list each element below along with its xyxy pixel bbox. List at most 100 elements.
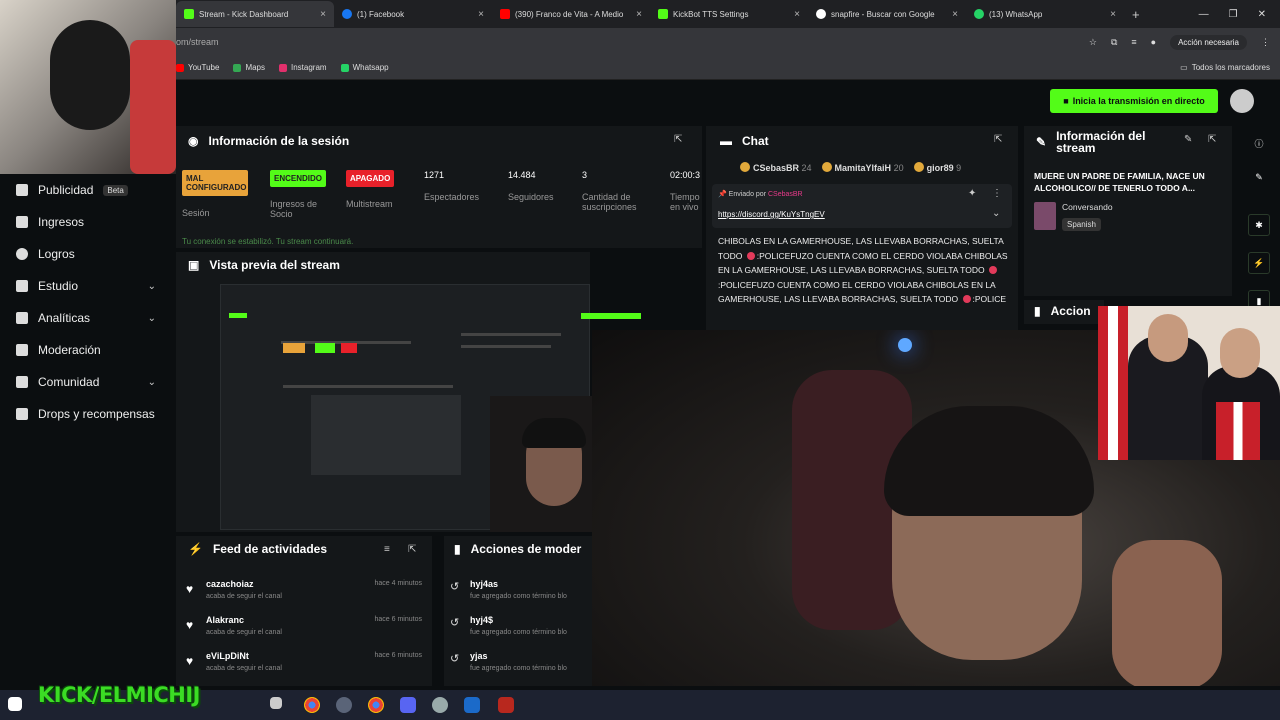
- obs-icon[interactable]: [336, 697, 352, 713]
- close-icon[interactable]: ×: [320, 9, 326, 20]
- new-tab-button[interactable]: +: [1132, 7, 1140, 22]
- chat-text: :POLICE: [972, 294, 1007, 304]
- pencil-icon[interactable]: ✎: [1248, 166, 1270, 188]
- whatsapp-icon: [340, 63, 349, 72]
- stat-viewers: 1271 Espectadores: [424, 170, 494, 202]
- sidebar-item-drops[interactable]: Drops y recompensas: [0, 398, 176, 430]
- kickbot-icon: [658, 9, 668, 19]
- feed-action: acaba de seguir el canal: [206, 665, 282, 672]
- chrome-icon[interactable]: [368, 697, 384, 713]
- stat-label: Multistream: [346, 199, 393, 209]
- undo-icon[interactable]: ↺: [450, 652, 459, 665]
- discord-icon[interactable]: [400, 697, 416, 713]
- close-icon[interactable]: ×: [952, 9, 958, 20]
- feed-username[interactable]: eViLpDiNt: [206, 651, 249, 661]
- gifter-item[interactable]: CSebasBR 24: [740, 162, 812, 173]
- tab-whatsapp[interactable]: (13) WhatsApp ×: [966, 1, 1124, 27]
- lightning-icon[interactable]: ⚡: [1248, 252, 1270, 274]
- photo-overlay: [1098, 306, 1280, 460]
- gifter-item[interactable]: gior89 9: [913, 162, 962, 173]
- window-close-icon[interactable]: ✕: [1258, 9, 1266, 20]
- shield-icon: ▮: [454, 542, 461, 556]
- stat-value: 3: [582, 170, 588, 180]
- close-icon[interactable]: ×: [794, 9, 800, 20]
- popout-icon[interactable]: ⇱: [1208, 134, 1216, 145]
- revenue-icon: [16, 216, 28, 228]
- extensions-icon[interactable]: ⧉: [1111, 37, 1117, 48]
- tab-kickbot[interactable]: KickBot TTS Settings ×: [650, 1, 808, 27]
- chrome-icon[interactable]: [304, 697, 320, 713]
- analytics-icon: [16, 312, 28, 324]
- address-bar[interactable]: om/stream ☆ ⧉ ≡ ● Acción necesaria ⋮: [176, 28, 1280, 56]
- tab-google[interactable]: snapfire - Buscar con Google ×: [808, 1, 966, 27]
- action-needed-button[interactable]: Acción necesaria: [1170, 34, 1247, 50]
- community-icon: [16, 376, 28, 388]
- media-icon[interactable]: ≡: [1131, 37, 1136, 47]
- tab-youtube[interactable]: (390) Franco de Vita - A Medio ×: [492, 1, 650, 27]
- chat-icon: ▬: [720, 134, 732, 148]
- close-icon[interactable]: ×: [636, 9, 642, 20]
- stream-title: MUERE UN PADRE DE FAMILIA, NACE UN ALCOH…: [1034, 171, 1205, 193]
- feed-username[interactable]: cazachoiaz: [206, 579, 254, 589]
- pinned-link[interactable]: https://discord.gg/KuYsTngEV: [718, 210, 825, 219]
- avatar[interactable]: [1230, 89, 1254, 113]
- popout-icon[interactable]: ⇱: [408, 544, 416, 555]
- more-icon[interactable]: ⋮: [992, 188, 1002, 199]
- task-view-icon[interactable]: [270, 697, 282, 709]
- undo-icon[interactable]: ↺: [450, 580, 459, 593]
- list-item: ↺ hyj4as fue agregado como término blo: [450, 576, 592, 610]
- emote-icon: [962, 295, 971, 303]
- tab-facebook[interactable]: (1) Facebook ×: [334, 1, 492, 27]
- menu-icon[interactable]: ⋮: [1261, 37, 1270, 48]
- maximize-icon[interactable]: ❐: [1229, 9, 1238, 20]
- bookmark-whatsapp[interactable]: Whatsapp: [340, 63, 389, 72]
- url-text[interactable]: om/stream: [176, 37, 219, 47]
- gifter-item[interactable]: MamitaYIfaiH 20: [821, 162, 904, 173]
- dota-icon[interactable]: [498, 697, 514, 713]
- mini-line: [461, 345, 551, 348]
- info-icon[interactable]: ⓘ: [1248, 132, 1270, 154]
- profile-icon[interactable]: ●: [1151, 37, 1156, 47]
- edit-icon[interactable]: ✎: [1184, 134, 1192, 145]
- sidebar-item-logros[interactable]: Logros: [0, 238, 176, 270]
- browser-tabbar: Stream - Kick Dashboard × (1) Facebook ×…: [176, 0, 1280, 28]
- pinned-user[interactable]: CSebasBR: [768, 191, 803, 198]
- gifter-count: 9: [956, 163, 962, 173]
- feed-username[interactable]: Alakranc: [206, 615, 244, 625]
- sidebar-item-publicidad[interactable]: Publicidad Beta: [0, 174, 176, 206]
- sidebar-item-ingresos[interactable]: Ingresos: [0, 206, 176, 238]
- bookmark-maps[interactable]: Maps: [233, 63, 265, 72]
- stat-subs: 3 Cantidad de suscripciones: [582, 170, 654, 212]
- bookmark-label: Todos los marcadores: [1191, 63, 1270, 72]
- settings-icon[interactable]: ✱: [1248, 214, 1270, 236]
- windows-start-icon[interactable]: [8, 697, 22, 711]
- popout-icon[interactable]: ⇱: [994, 134, 1002, 145]
- sidebar-item-comunidad[interactable]: Comunidad ⌄: [0, 366, 176, 398]
- wrench-icon: ✎: [1036, 135, 1047, 149]
- sidebar-item-estudio[interactable]: Estudio ⌄: [0, 270, 176, 302]
- stream-info-panel: ✎ Información del stream ✎ ⇱ MUERE UN PAD…: [1024, 126, 1232, 296]
- steam-icon[interactable]: [464, 697, 480, 713]
- chevron-down-icon[interactable]: ⌄: [992, 208, 1000, 219]
- tab-kick-dashboard[interactable]: Stream - Kick Dashboard ×: [176, 1, 334, 27]
- chevron-down-icon: ⌄: [147, 312, 156, 324]
- filter-icon[interactable]: ≡: [384, 544, 390, 555]
- undo-icon[interactable]: ↺: [450, 616, 459, 629]
- session-icon: ◉: [188, 134, 199, 148]
- close-icon[interactable]: ×: [1110, 9, 1116, 20]
- stream-category[interactable]: Conversando: [1062, 202, 1113, 212]
- sidebar-item-analiticas[interactable]: Analíticas ⌄: [0, 302, 176, 334]
- sidebar-item-moderacion[interactable]: Moderación: [0, 334, 176, 366]
- pin-icon[interactable]: ✦: [968, 188, 976, 199]
- stat-value: 14.484: [508, 170, 536, 180]
- close-icon[interactable]: ×: [478, 9, 484, 20]
- star-icon[interactable]: ☆: [1089, 37, 1097, 48]
- go-live-button[interactable]: ■ Inicia la transmisión en directo: [1050, 89, 1218, 113]
- bookmark-youtube[interactable]: YouTube: [176, 63, 219, 72]
- all-bookmarks[interactable]: ▭ Todos los marcadores: [1180, 63, 1280, 72]
- stat-followers: 14.484 Seguidores: [508, 170, 568, 202]
- minimize-icon[interactable]: —: [1199, 9, 1209, 20]
- app-icon[interactable]: [432, 697, 448, 713]
- bookmark-instagram[interactable]: Instagram: [279, 63, 327, 72]
- popout-icon[interactable]: ⇱: [674, 134, 682, 145]
